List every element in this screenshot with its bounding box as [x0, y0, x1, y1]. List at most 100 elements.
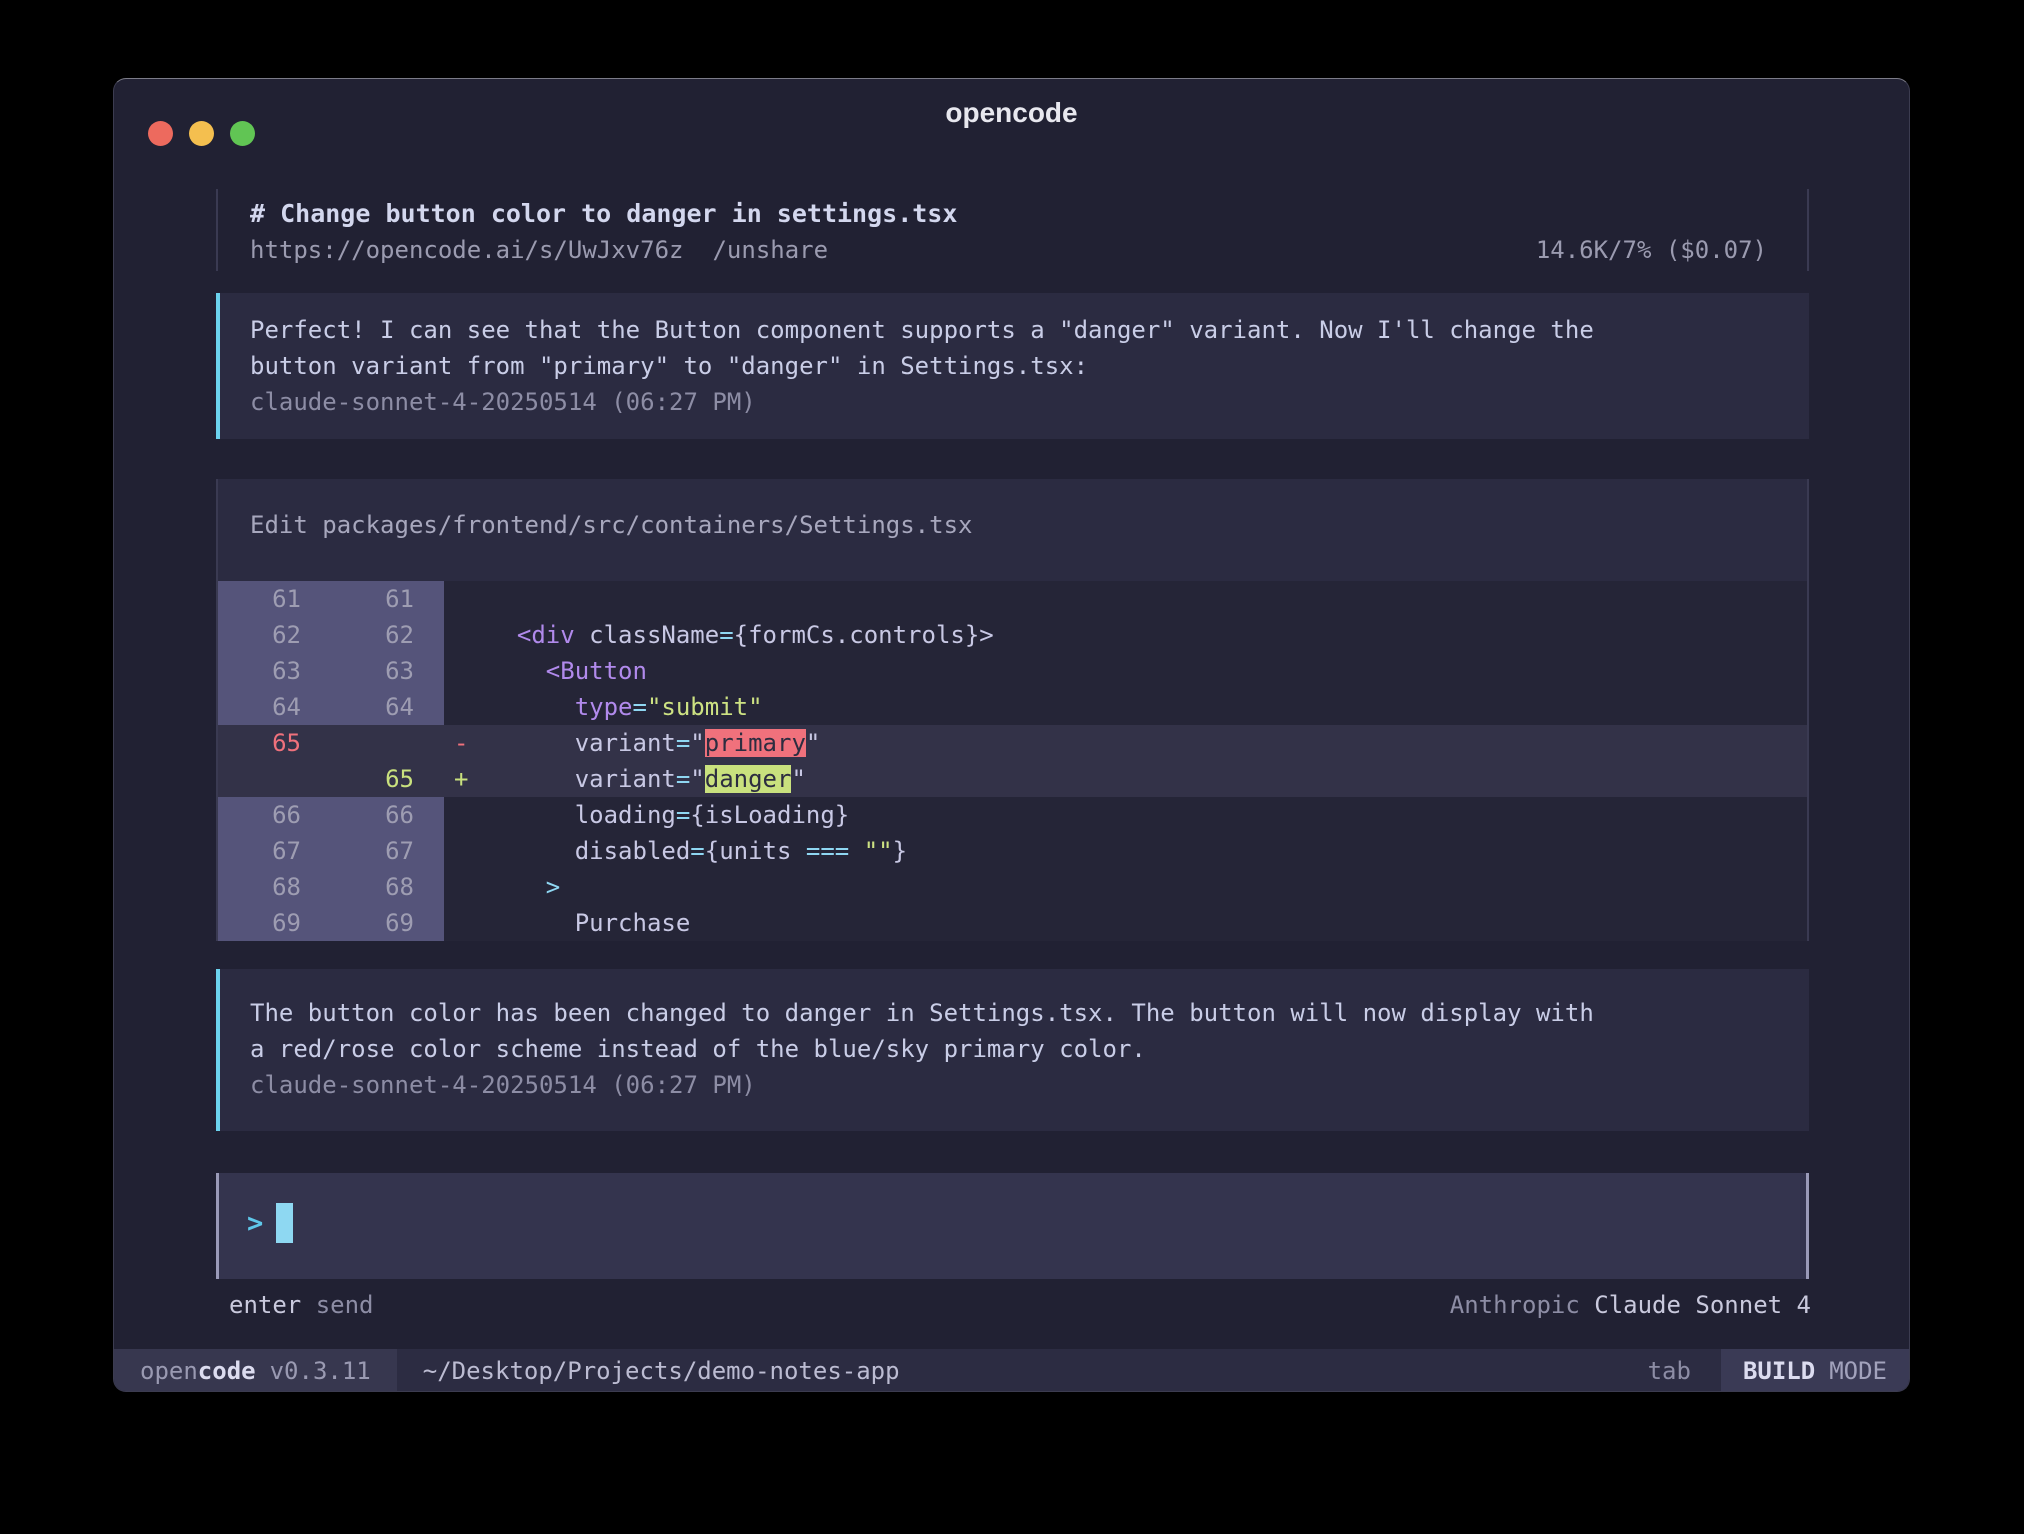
diff-code-area: Purchase	[444, 905, 1807, 941]
diff-line-number-old: 68	[218, 869, 331, 905]
diff-line-number-new: 61	[331, 581, 444, 617]
code-token: >	[546, 873, 560, 901]
diff-marker	[444, 797, 488, 833]
diff-row: 6262 <div className={formCs.controls}>	[218, 617, 1807, 653]
code-token: }	[893, 837, 907, 865]
code-token	[849, 837, 863, 865]
code-token: "submit"	[647, 693, 763, 721]
close-button[interactable]	[148, 121, 173, 146]
code-token: <div	[517, 621, 575, 649]
code-token: Purchase	[488, 909, 690, 937]
assistant-message-text: The button color has been changed to dan…	[250, 995, 1779, 1067]
diff-marker	[444, 833, 488, 869]
mode-label-rest: MODE	[1829, 1357, 1887, 1385]
code-token: danger	[705, 765, 792, 793]
code-token: loading	[488, 801, 676, 829]
send-hint: enter send	[229, 1287, 374, 1323]
working-directory: ~/Desktop/Projects/demo-notes-app	[423, 1349, 900, 1392]
edit-tool-title: Edit packages/frontend/src/containers/Se…	[218, 479, 1807, 543]
session-title: # Change button color to danger in setti…	[250, 195, 1807, 232]
diff-code-area: - variant="primary"	[444, 725, 1807, 761]
diff-line-number-old: 66	[218, 797, 331, 833]
diff-line-number-new	[331, 725, 444, 761]
zoom-button[interactable]	[230, 121, 255, 146]
diff-row: 65+ variant="danger"	[218, 761, 1807, 797]
diff-line-number-old: 69	[218, 905, 331, 941]
provider-name: Anthropic	[1450, 1291, 1580, 1319]
diff-row: 6666 loading={isLoading}	[218, 797, 1807, 833]
diff-line-number-old: 65	[218, 725, 331, 761]
share-url[interactable]: https://opencode.ai/s/UwJxv76z	[250, 236, 683, 264]
code-token: type	[575, 693, 633, 721]
app-name-open: open	[140, 1357, 198, 1385]
diff-code-area: >	[444, 869, 1807, 905]
mode-segment[interactable]: BUILD MODE	[1721, 1349, 1909, 1392]
assistant-message-meta: claude-sonnet-4-20250514 (06:27 PM)	[250, 1067, 1779, 1103]
diff-code-area: + variant="danger"	[444, 761, 1807, 797]
unshare-command[interactable]: /unshare	[712, 236, 828, 264]
diff-row: 6868 >	[218, 869, 1807, 905]
code-token: primary	[705, 729, 806, 757]
app-name-code: code	[198, 1357, 256, 1385]
code-token: "	[806, 729, 820, 757]
terminal-window: opencode # Change button color to danger…	[113, 78, 1910, 1392]
diff-line-number-old: 64	[218, 689, 331, 725]
code-token: variant	[488, 729, 676, 757]
diff-code-area	[444, 581, 1807, 617]
diff-marker	[444, 689, 488, 725]
diff-line-number-old: 67	[218, 833, 331, 869]
code-token	[488, 621, 517, 649]
code-token: variant	[488, 765, 676, 793]
assistant-message-meta: claude-sonnet-4-20250514 (06:27 PM)	[250, 384, 1779, 420]
diff-code-line: <div className={formCs.controls}>	[488, 617, 994, 653]
diff-row: 65 - variant="primary"	[218, 725, 1807, 761]
minimize-button[interactable]	[189, 121, 214, 146]
diff-table: 61616262 <div className={formCs.controls…	[218, 581, 1807, 941]
code-token	[488, 657, 546, 685]
code-token: disabled	[488, 837, 690, 865]
diff-line-number-new: 63	[331, 653, 444, 689]
code-token: ""	[864, 837, 893, 865]
assistant-message: Perfect! I can see that the Button compo…	[216, 293, 1809, 439]
assistant-message-text: Perfect! I can see that the Button compo…	[250, 312, 1779, 384]
window-title: opencode	[114, 97, 1909, 129]
diff-line-number-new: 66	[331, 797, 444, 833]
diff-marker	[444, 653, 488, 689]
diff-line-number-new: 67	[331, 833, 444, 869]
diff-code-area: loading={isLoading}	[444, 797, 1807, 833]
session-share-row: https://opencode.ai/s/UwJxv76z/unshare 1…	[250, 232, 1807, 268]
diff-marker	[444, 869, 488, 905]
code-token: =	[676, 765, 690, 793]
status-bar: opencodev0.3.11 ~/Desktop/Projects/demo-…	[114, 1349, 1909, 1392]
code-token: className	[575, 621, 720, 649]
code-token: =	[676, 729, 690, 757]
diff-code-area: <Button	[444, 653, 1807, 689]
diff-code-line: Purchase	[488, 905, 690, 941]
code-token: {isLoading}	[690, 801, 849, 829]
prompt-input[interactable]: >	[216, 1173, 1809, 1279]
tab-key-hint[interactable]: tab	[1648, 1349, 1691, 1392]
diff-code-area: type="submit"	[444, 689, 1807, 725]
diff-line-number-new: 69	[331, 905, 444, 941]
code-token	[488, 693, 575, 721]
code-token: =	[676, 801, 690, 829]
diff-line-number-old: 63	[218, 653, 331, 689]
diff-marker: +	[444, 761, 488, 797]
diff-line-number-new: 65	[331, 761, 444, 797]
code-token: =	[719, 621, 733, 649]
model-indicator: Anthropic Claude Sonnet 4	[1450, 1287, 1811, 1323]
diff-code-line: disabled={units === ""}	[488, 833, 907, 869]
code-token: <Button	[546, 657, 647, 685]
app-version-segment: opencodev0.3.11	[114, 1349, 397, 1392]
diff-code-line: >	[488, 869, 560, 905]
diff-row: 6161	[218, 581, 1807, 617]
diff-code-area: disabled={units === ""}	[444, 833, 1807, 869]
session-header: # Change button color to danger in setti…	[216, 189, 1809, 271]
diff-code-area: <div className={formCs.controls}>	[444, 617, 1807, 653]
mode-label-bold: BUILD	[1743, 1357, 1815, 1385]
diff-line-number-new: 62	[331, 617, 444, 653]
diff-line-number-new: 68	[331, 869, 444, 905]
code-token: "	[690, 765, 704, 793]
code-token: "	[690, 729, 704, 757]
prompt-symbol: >	[247, 1208, 263, 1239]
